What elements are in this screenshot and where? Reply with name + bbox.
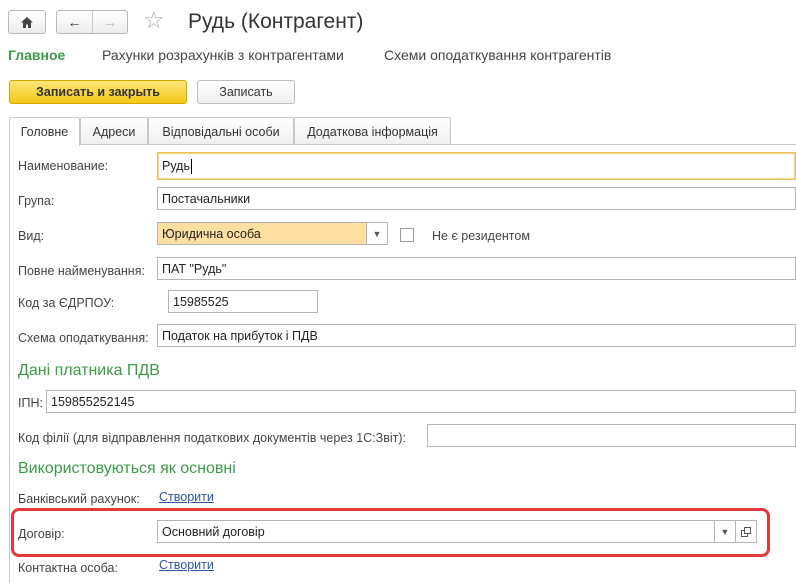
forward-button[interactable]: → <box>91 11 127 33</box>
edrpou-label: Код за ЄДРПОУ: <box>18 296 115 310</box>
branch-code-input[interactable] <box>427 424 796 447</box>
tax-scheme-input[interactable]: Податок на прибуток і ПДВ <box>157 324 796 347</box>
bank-account-create-link[interactable]: Створити <box>159 490 214 504</box>
contract-open-button[interactable] <box>735 520 757 543</box>
section-main[interactable]: Главное <box>8 47 65 63</box>
fullname-label: Повне найменування: <box>18 264 145 278</box>
panel-border <box>9 144 10 583</box>
back-button[interactable]: ← <box>57 11 92 33</box>
chevron-down-icon: ▼ <box>372 228 382 239</box>
vat-section-header: Дані платника ПДВ <box>18 362 160 379</box>
name-label: Наименование: <box>18 159 109 173</box>
contract-label: Договір: <box>18 527 65 541</box>
tab-addresses[interactable]: Адреси <box>80 117 148 145</box>
history-nav: ← → <box>56 10 128 34</box>
ipn-label: ІПН: <box>18 396 43 410</box>
group-label: Група: <box>18 194 55 208</box>
ipn-input[interactable]: 159855252145 <box>46 390 796 413</box>
star-icon[interactable]: ☆ <box>143 8 165 34</box>
edrpou-input[interactable]: 15985525 <box>168 290 318 313</box>
nonresident-checkbox[interactable] <box>400 228 414 242</box>
bank-account-label: Банківський рахунок: <box>18 492 140 506</box>
nonresident-label: Не є резидентом <box>432 229 530 243</box>
contact-person-label: Контактна особа: <box>18 561 118 575</box>
arrow-left-icon: ← <box>67 14 82 30</box>
kind-dropdown-button[interactable]: ▼ <box>366 222 388 245</box>
home-button[interactable] <box>8 10 46 34</box>
contract-dropdown-button[interactable]: ▼ <box>714 520 736 543</box>
defaults-section-header: Використовуються як основні <box>18 460 236 477</box>
arrow-right-icon: → <box>102 14 117 30</box>
contact-person-create-link[interactable]: Створити <box>159 558 214 572</box>
kind-select[interactable]: Юридична особа <box>157 222 367 245</box>
open-window-icon <box>741 526 751 537</box>
contract-select[interactable]: Основний договір <box>157 520 715 543</box>
tax-scheme-label: Схема оподаткування: <box>18 331 149 345</box>
tab-additional-info[interactable]: Додаткова інформація <box>294 117 451 145</box>
tab-divider <box>9 144 796 145</box>
page-title: Рудь (Контрагент) <box>188 10 364 33</box>
section-bank-accounts[interactable]: Рахунки розрахунків з контрагентами <box>102 47 344 63</box>
chevron-down-icon: ▼ <box>720 526 730 537</box>
section-tax-schemes[interactable]: Схеми оподаткування контрагентів <box>384 47 611 63</box>
group-input[interactable]: Постачальники <box>157 187 796 210</box>
save-button[interactable]: Записать <box>197 80 295 104</box>
name-value: Рудь <box>162 159 190 173</box>
save-and-close-button[interactable]: Записать и закрыть <box>9 80 187 104</box>
tab-responsible-persons[interactable]: Відповідальні особи <box>148 117 294 145</box>
home-icon <box>21 16 33 28</box>
branch-code-label: Код філії (для відправлення податкових д… <box>18 431 406 445</box>
text-caret <box>190 158 192 174</box>
name-input[interactable]: Рудь <box>157 152 796 180</box>
tab-main[interactable]: Головне <box>9 117 80 146</box>
kind-label: Вид: <box>18 229 45 243</box>
fullname-input[interactable]: ПАТ "Рудь" <box>157 257 796 280</box>
